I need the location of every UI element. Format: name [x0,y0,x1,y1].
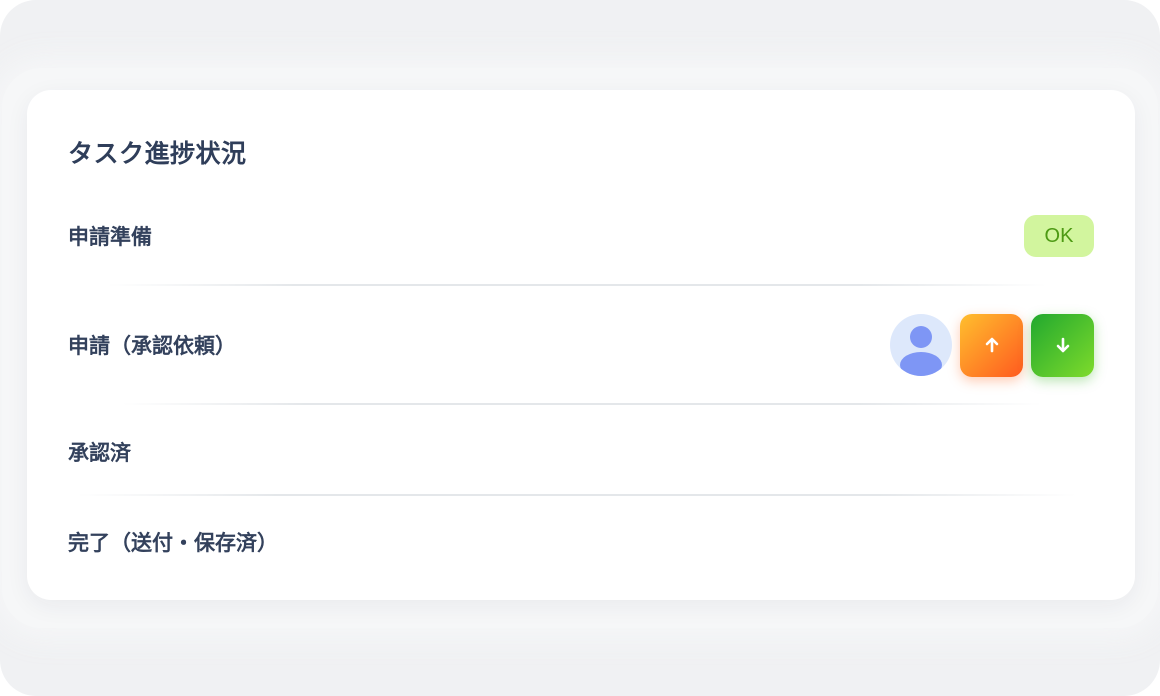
card-title: タスク進捗状況 [68,139,247,168]
step-label: 申請準備 [68,225,152,249]
arrow-up-icon [985,337,998,353]
step-label: 完了（送付・保存済） [68,531,278,555]
step-row-preparation: 申請準備 OK [68,215,1094,257]
task-progress-card: タスク進捗状況 申請準備 OK 申請（承認依頼） 承認済 完了（送付・保存済） [27,90,1135,600]
step-label: 申請（承認依頼） [68,334,236,358]
step-row-approved: 承認済 [68,435,1094,469]
status-badge-ok: OK [1024,215,1094,257]
step-row-complete: 完了（送付・保存済） [68,525,1094,559]
arrow-down-icon [1056,337,1069,353]
step-actions [890,313,1094,377]
divider [107,284,1047,286]
user-avatar-icon[interactable] [890,314,952,376]
step-label: 承認済 [68,441,131,465]
divider [77,494,1077,496]
move-up-button[interactable] [960,313,1023,377]
step-row-request: 申請（承認依頼） [68,313,1094,377]
background-frame: タスク進捗状況 申請準備 OK 申請（承認依頼） 承認済 完了（送付・保存済） [0,0,1160,696]
move-down-button[interactable] [1031,313,1094,377]
divider [122,403,1042,405]
